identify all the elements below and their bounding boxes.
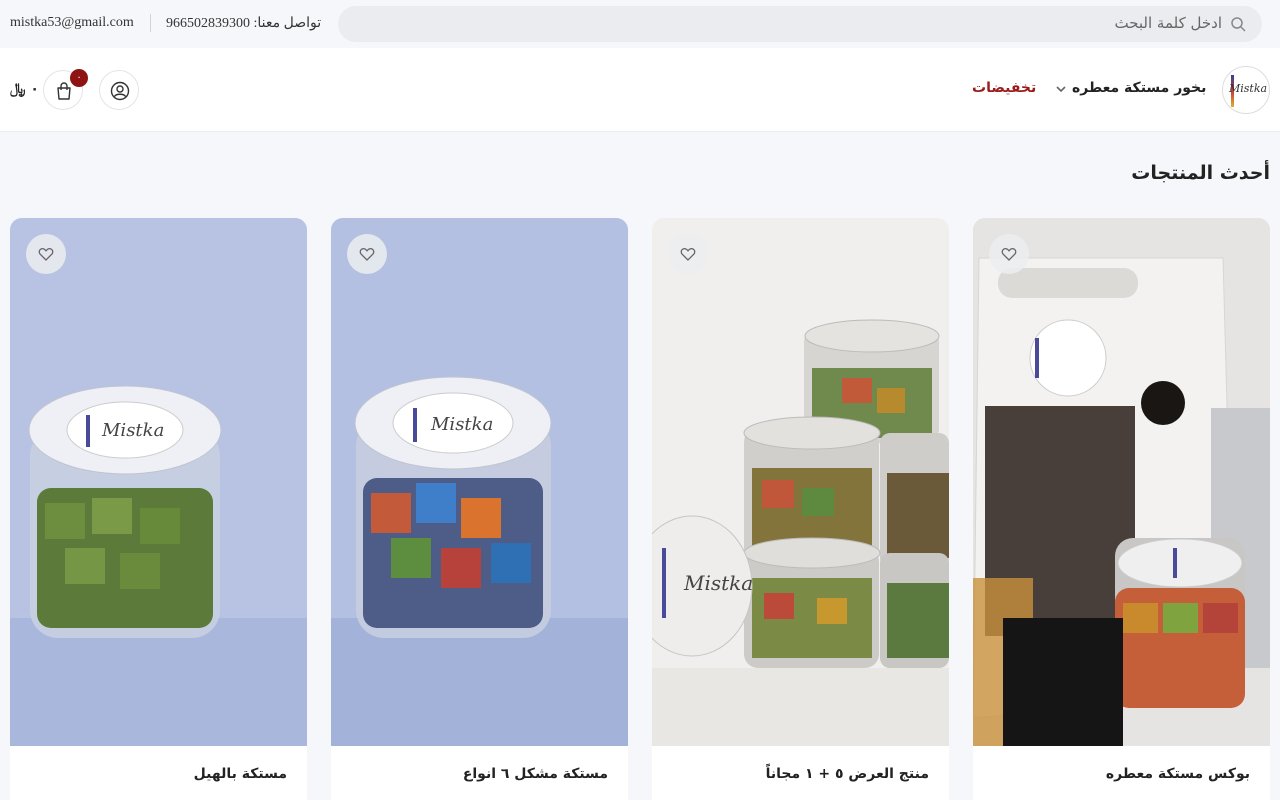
nav-item-mastic-incense[interactable]: بخور مستكة معطره: [1072, 80, 1206, 96]
product-image[interactable]: Mistka: [331, 218, 628, 746]
product-name[interactable]: منتج العرض ٥ + ١ مجاناً: [766, 766, 929, 782]
account-button[interactable]: [99, 70, 139, 110]
contact-phone[interactable]: تواصل معنا: 966502839300: [166, 15, 321, 32]
user-icon: [110, 81, 130, 101]
cart-total: ٠ ﷼: [10, 81, 39, 97]
product-name[interactable]: بوكس مستكة معطره: [1106, 766, 1250, 782]
shopping-bag-icon: [57, 82, 71, 100]
product-name[interactable]: مستكة بالهيل: [194, 766, 287, 782]
favorite-button[interactable]: [26, 234, 66, 274]
product-card[interactable]: بوكس مستكة معطره: [973, 218, 1270, 800]
jar-label-text: Mistka: [430, 414, 493, 435]
heart-icon: [1001, 248, 1017, 261]
site-header: Mistka بخور مستكة معطره تخفيضات ٠ ٠ ﷼: [0, 48, 1280, 132]
product-photo-mixed: Mistka: [331, 218, 628, 746]
jar-label-text: Mistka: [683, 571, 753, 595]
heart-icon: [680, 248, 696, 261]
product-card[interactable]: Mistka مستكة بالهيل: [10, 218, 307, 800]
store-logo[interactable]: Mistka: [1222, 66, 1270, 114]
divider: [150, 14, 151, 32]
product-image[interactable]: [973, 218, 1270, 746]
section-title: أحدث المنتجات: [1131, 162, 1270, 184]
product-name[interactable]: مستكة مشكل ٦ انواع: [463, 766, 608, 782]
product-photo-box: [973, 218, 1270, 746]
favorite-button[interactable]: [989, 234, 1029, 274]
favorite-button[interactable]: [668, 234, 708, 274]
top-strip: ادخل كلمة البحث تواصل معنا: 966502839300…: [0, 0, 1280, 48]
favorite-button[interactable]: [347, 234, 387, 274]
product-photo-stack: Mistka: [652, 218, 949, 746]
product-photo-green: Mistka: [10, 218, 307, 746]
product-card[interactable]: Mistka منتج العرض ٥ + ١ مجاناً: [652, 218, 949, 800]
nav-item-offers[interactable]: تخفيضات: [972, 80, 1036, 96]
logo-text: Mistka: [1229, 82, 1268, 95]
jar-label-text: Mistka: [101, 420, 164, 441]
contact-email[interactable]: mistka53@gmail.com: [10, 15, 134, 31]
heart-icon: [359, 248, 375, 261]
product-card[interactable]: Mistka مستكة مشكل ٦ انواع: [331, 218, 628, 800]
search-input[interactable]: ادخل كلمة البحث: [1114, 14, 1222, 32]
search-bar[interactable]: ادخل كلمة البحث: [338, 6, 1262, 42]
product-image[interactable]: Mistka: [652, 218, 949, 746]
chevron-down-icon[interactable]: [1055, 83, 1067, 95]
cart-count-badge: ٠: [70, 69, 88, 87]
product-image[interactable]: Mistka: [10, 218, 307, 746]
heart-icon: [38, 248, 54, 261]
search-icon: [1231, 17, 1246, 32]
